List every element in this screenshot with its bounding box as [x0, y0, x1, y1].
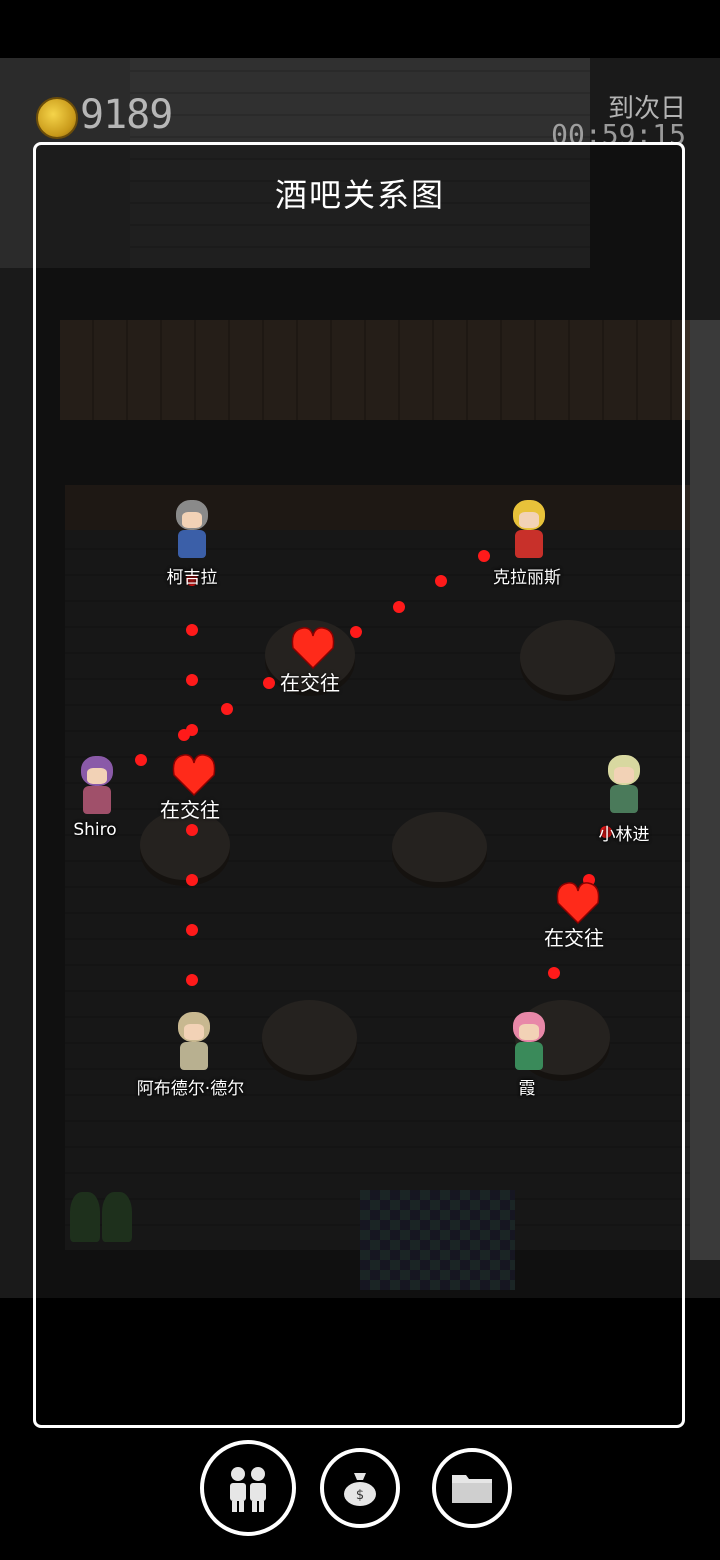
character-name: 小林进 — [598, 825, 650, 845]
character-name: 克拉丽斯 — [493, 568, 561, 588]
people-icon — [230, 1467, 266, 1512]
character-name: 柯吉拉 — [166, 568, 218, 588]
character-clarice[interactable] — [505, 500, 553, 560]
folder-button[interactable] — [432, 1448, 512, 1528]
character-shiro[interactable] — [73, 756, 121, 816]
money-bag-icon: $ — [344, 1473, 376, 1506]
character-kobayashi[interactable] — [600, 755, 648, 815]
character-abdul[interactable] — [170, 1012, 218, 1072]
character-kejila[interactable] — [168, 500, 216, 560]
relation-status: 在交往 — [544, 926, 604, 950]
character-name: 霞 — [518, 1079, 536, 1099]
relation-status: 在交往 — [280, 671, 340, 695]
relationship-button[interactable] — [200, 1440, 296, 1536]
relation-status: 在交往 — [160, 798, 220, 822]
character-name: 阿布德尔·德尔 — [136, 1079, 245, 1099]
character-name: Shiro — [73, 820, 117, 840]
character-kasumi[interactable] — [505, 1012, 553, 1072]
svg-text:$: $ — [356, 1488, 364, 1503]
folder-icon — [452, 1475, 492, 1503]
heart-icon — [172, 627, 600, 925]
money-button[interactable]: $ — [320, 1448, 400, 1528]
